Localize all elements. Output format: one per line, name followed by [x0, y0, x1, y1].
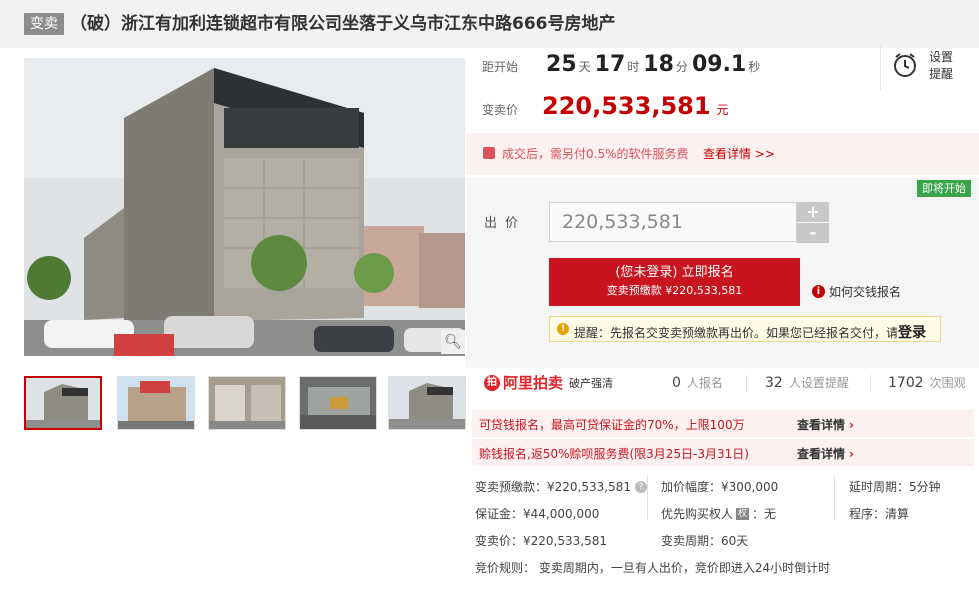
- zoom-icon[interactable]: 🔍︎: [441, 330, 465, 354]
- increase-bid-button[interactable]: +: [797, 202, 829, 222]
- gift-icon: [483, 147, 495, 159]
- auction-logo-icon: 拍: [484, 374, 500, 391]
- thumbnail-1[interactable]: [24, 376, 102, 430]
- priority-label: 优先购买权人: [661, 507, 734, 521]
- header-bar: 变卖 （破）浙江有加利连锁超市有限公司坐落于义乌市江东中路666号房地产: [0, 0, 979, 48]
- brand-logo: 拍 阿里拍卖 破产强清: [484, 372, 613, 393]
- priority-tag: 权: [736, 507, 750, 520]
- countdown: 距开始 25 天 17 时 18 分 09.1 秒: [482, 52, 764, 84]
- main-photo[interactable]: [24, 58, 465, 356]
- hours-unit: 时: [627, 60, 640, 74]
- brand-name: 阿里拍卖: [503, 374, 564, 392]
- divider: [746, 375, 747, 391]
- reminders-num: 32: [765, 375, 783, 391]
- fee-text: 成交后，需另付0.5%的软件服务费: [502, 147, 689, 161]
- thumbnail-5[interactable]: [388, 376, 466, 430]
- promo-link-label: 查看详情: [797, 418, 846, 432]
- price-unit: 元: [716, 103, 729, 117]
- promo-details-link[interactable]: 查看详情 ›: [797, 445, 854, 462]
- reminder-tip: ! 提醒：先报名交变卖预缴款再出价。如果您已经报名交付，请登录: [549, 316, 941, 342]
- procedure-info: 程序：清算: [849, 507, 910, 521]
- countdown-seconds: 09.1: [691, 52, 747, 77]
- countdown-label: 距开始: [482, 60, 519, 74]
- howto-text: 如何交钱报名: [829, 285, 902, 299]
- building-photo: [24, 58, 465, 356]
- decrease-bid-button[interactable]: -: [797, 223, 829, 243]
- status-badge: 即将开始: [917, 180, 971, 197]
- minutes-unit: 分: [675, 60, 688, 74]
- loan-signup-promo: 可贷钱报名，最高可贷保证金的70%，上限100万 查看详情 ›: [472, 410, 974, 437]
- price-label: 变卖价: [482, 103, 519, 117]
- views-num: 1702: [888, 375, 924, 391]
- question-icon[interactable]: ?: [634, 480, 647, 493]
- delay-info: 延时周期：5分钟: [849, 480, 941, 494]
- sale-type-tag: 变卖: [24, 13, 64, 35]
- seconds-unit: 秒: [748, 60, 761, 74]
- enrolled-count: 0 人报名: [672, 374, 723, 391]
- sale-price: 变卖价 220,533,581 元: [482, 92, 729, 120]
- brand-sub: 破产强清: [569, 376, 614, 390]
- set-reminder-button[interactable]: 设置 提醒: [880, 44, 970, 90]
- stats-row: 拍 阿里拍卖 破产强清 0 人报名 32 人设置提醒 1702 次围观: [466, 368, 979, 398]
- info-icon: i: [812, 285, 825, 298]
- bid-rule-info: 竞价规则： 变卖周期内，一旦有人出价，竞价即进入24小时倒计时: [475, 561, 831, 575]
- alarm-clock-icon: [894, 53, 916, 77]
- service-fee-notice: 成交后，需另付0.5%的软件服务费 查看详情 >>: [466, 133, 979, 175]
- price-value: 220,533,581: [542, 92, 711, 120]
- lightbulb-icon: !: [557, 323, 569, 335]
- promo-text: 赊钱报名,返50%赊呗服务费(限3月25日-3月31日): [479, 447, 749, 461]
- bid-panel: 即将开始 出价 220,533,581 + - (您未登录) 立即报名 变卖预缴…: [466, 178, 979, 368]
- login-link[interactable]: 登录: [898, 325, 926, 341]
- fee-details-link[interactable]: 查看详情 >>: [703, 145, 775, 162]
- remind-line2: 提醒: [929, 67, 954, 81]
- signup-line2: 变卖预缴款 ¥220,533,581: [606, 284, 743, 297]
- signup-line1: (您未登录) 立即报名: [615, 265, 734, 280]
- sale-price-info: 变卖价：¥220,533,581: [475, 534, 607, 548]
- bid-amount-input[interactable]: 220,533,581: [549, 202, 797, 242]
- countdown-hours: 17: [594, 52, 626, 77]
- views-unit: 次围观: [929, 376, 966, 390]
- thumbnail-3[interactable]: [208, 376, 286, 430]
- sale-period-info: 变卖周期：60天: [661, 534, 749, 548]
- promo-link-label: 查看详情: [797, 447, 846, 461]
- enrolled-unit: 人报名: [686, 376, 723, 390]
- divider: [647, 476, 648, 520]
- enrolled-num: 0: [672, 375, 681, 391]
- increment-info: 加价幅度：¥300,000: [661, 480, 779, 494]
- bid-label: 出价: [484, 216, 527, 231]
- view-count: 1702 次围观: [888, 374, 966, 391]
- priority-value: ：无: [752, 507, 777, 521]
- thumbnail-2[interactable]: [117, 376, 195, 430]
- deposit-info: 变卖预缴款：¥220,533,581 ?: [475, 478, 647, 495]
- divider: [870, 375, 871, 391]
- countdown-days: 25: [546, 52, 577, 77]
- signup-button[interactable]: (您未登录) 立即报名 变卖预缴款 ¥220,533,581: [549, 258, 800, 306]
- page-title: （破）浙江有加利连锁超市有限公司坐落于义乌市江东中路666号房地产: [70, 14, 616, 34]
- countdown-minutes: 18: [643, 52, 674, 77]
- guarantee-info: 保证金：¥44,000,000: [475, 507, 600, 521]
- promo-text: 可贷钱报名，最高可贷保证金的70%，上限100万: [479, 418, 745, 432]
- remind-line1: 设置: [929, 50, 954, 64]
- promo-details-link[interactable]: 查看详情 ›: [797, 416, 854, 433]
- how-to-signup-link[interactable]: i 如何交钱报名: [812, 283, 901, 300]
- credit-signup-promo: 赊钱报名,返50%赊呗服务费(限3月25日-3月31日) 查看详情 ›: [472, 439, 974, 466]
- tip-text: 提醒：先报名交变卖预缴款再出价。如果您已经报名交付，请: [574, 326, 899, 340]
- thumbnail-4[interactable]: [299, 376, 377, 430]
- deposit-text: 变卖预缴款：¥220,533,581: [475, 480, 631, 494]
- reminder-count: 32 人设置提醒: [765, 374, 849, 391]
- reminders-unit: 人设置提醒: [788, 376, 849, 390]
- days-unit: 天: [578, 60, 591, 74]
- divider: [834, 476, 835, 520]
- chevron-right-icon: ›: [849, 447, 854, 461]
- priority-buyer-info: 优先购买权人 权 ：无: [661, 505, 776, 522]
- chevron-right-icon: ›: [849, 418, 854, 432]
